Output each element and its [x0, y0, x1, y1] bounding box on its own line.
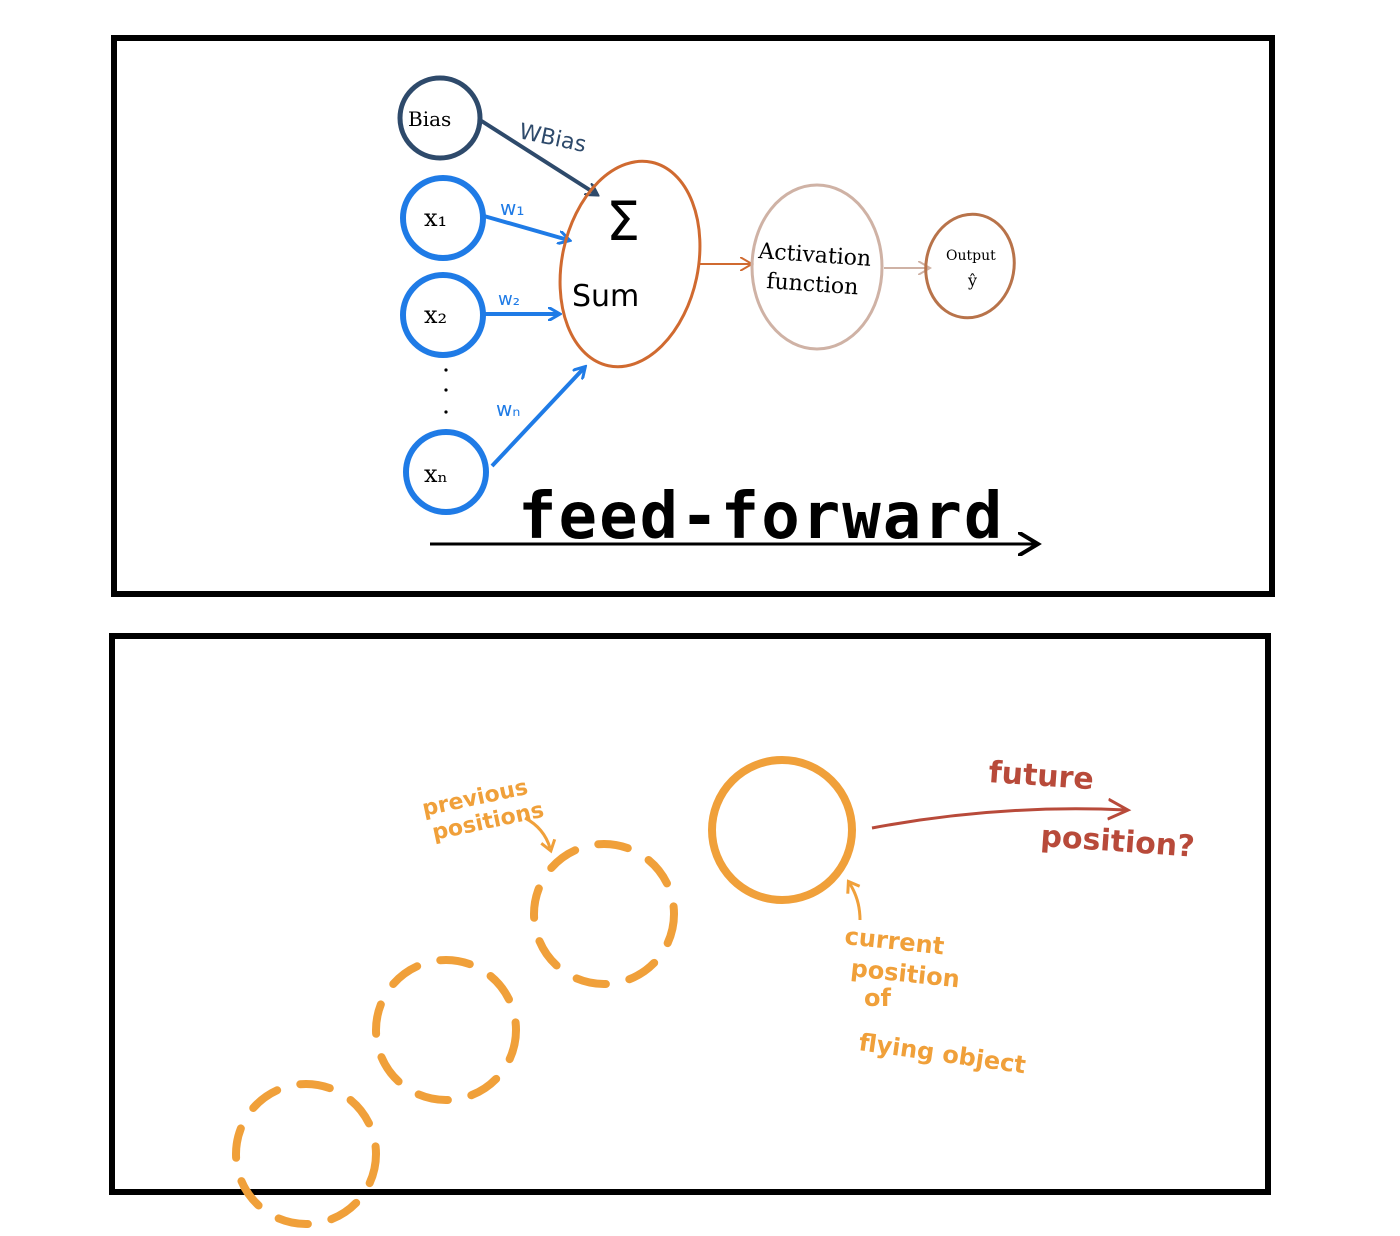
sum-symbol: Σ [606, 190, 640, 253]
future-label-line1: future [987, 755, 1094, 797]
bottom-panel-frame [109, 633, 1271, 1195]
input-label-xn: xₙ [424, 460, 448, 488]
weight-label-w1: w₁ [500, 196, 524, 220]
weight-label-w2: w₂ [498, 289, 520, 310]
sum-label: Sum [572, 279, 639, 314]
weight-label-wn: wₙ [496, 397, 520, 421]
current-label-line3: of [864, 984, 891, 1012]
output-symbol: ŷ [967, 271, 977, 290]
diagram-canvas: Bias WBias x₁ w₁ x₂ w₂ xₙ wₙ Σ Sum Activ… [109, 35, 1275, 1228]
output-label: Output [946, 248, 996, 264]
input-label-x2: x₂ [424, 301, 447, 329]
input-label-x1: x₁ [424, 204, 447, 232]
bias-label: Bias [408, 107, 451, 131]
